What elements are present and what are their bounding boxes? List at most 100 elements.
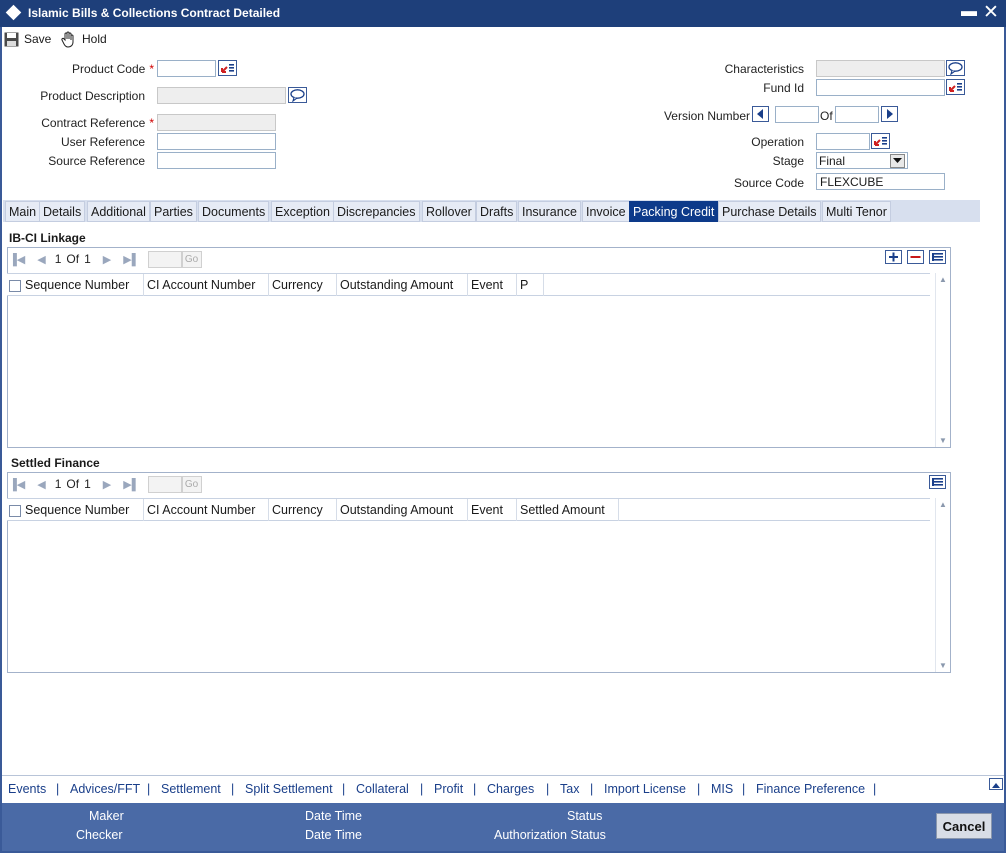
settled-go-button[interactable]: Go (181, 475, 202, 493)
settled-col-event: Event (468, 499, 517, 521)
version-total-input[interactable] (835, 106, 879, 123)
add-row-icon[interactable] (885, 250, 902, 264)
first-page-icon[interactable]: ▐◀ (9, 478, 25, 491)
fund-id-lov-icon[interactable] (946, 79, 965, 95)
stage-label: Stage (772, 154, 804, 168)
tab-details[interactable]: Details (39, 201, 86, 222)
operation-label: Operation (751, 135, 804, 149)
next-page-icon[interactable]: ▶ (103, 253, 111, 266)
version-number-input[interactable] (775, 106, 819, 123)
previous-page-icon[interactable]: ◀ (37, 253, 45, 266)
link-mis[interactable]: MIS (711, 782, 733, 796)
link-settlement[interactable]: Settlement (161, 782, 221, 796)
linkage-pager: ▐◀ ◀ 1 Of 1 ▶ ▶▌ Go (9, 248, 202, 270)
settled-page-input[interactable] (147, 475, 182, 493)
window-titlebar: Islamic Bills & Collections Contract Det… (0, 0, 1006, 27)
link-finance-preference[interactable]: Finance Preference (756, 782, 865, 796)
link-events[interactable]: Events (8, 782, 46, 796)
linkage-go-button[interactable]: Go (181, 250, 202, 268)
previous-page-icon[interactable]: ◀ (37, 478, 45, 491)
contract-reference-field (157, 114, 276, 131)
window-title: Islamic Bills & Collections Contract Det… (28, 6, 281, 20)
link-import-license[interactable]: Import License (604, 782, 686, 796)
checker-label: Checker (76, 828, 123, 842)
source-code-label: Source Code (733, 176, 804, 190)
hold-button[interactable]: Hold (61, 30, 107, 48)
link-separator: | (742, 782, 746, 796)
tab-packing-credit[interactable]: Packing Credit (629, 201, 719, 222)
operation-input[interactable] (816, 133, 870, 150)
source-code-input[interactable]: FLEXCUBE (816, 173, 945, 190)
link-separator: | (231, 782, 235, 796)
next-page-icon[interactable]: ▶ (103, 478, 111, 491)
product-code-label: Product Code * (71, 62, 154, 76)
chevron-down-icon[interactable] (890, 153, 905, 168)
linkage-vertical-scrollbar[interactable]: ▲ ▼ (935, 273, 949, 447)
status-label: Status (567, 809, 603, 823)
tab-discrepancies[interactable]: Discrepancies (333, 201, 420, 222)
product-description-speech-icon[interactable] (288, 87, 307, 103)
linkage-page-input[interactable] (147, 250, 182, 268)
link-charges[interactable]: Charges (487, 782, 534, 796)
tab-invoice[interactable]: Invoice (582, 201, 630, 222)
close-icon[interactable]: ✕ (983, 1, 999, 24)
first-page-icon[interactable]: ▐◀ (9, 253, 25, 266)
authorization-status-label: Authorization Status (494, 828, 606, 842)
tab-rollover[interactable]: Rollover (422, 201, 476, 222)
cancel-button[interactable]: Cancel (936, 813, 992, 839)
product-code-lov-icon[interactable] (218, 60, 237, 76)
tab-insurance[interactable]: Insurance (518, 201, 581, 222)
tab-parties[interactable]: Parties (150, 201, 197, 222)
tab-drafts[interactable]: Drafts (476, 201, 518, 222)
version-previous-button[interactable] (752, 106, 769, 122)
characteristics-speech-icon[interactable] (946, 60, 965, 76)
last-page-icon[interactable]: ▶▌ (123, 478, 139, 491)
linkage-select-all-checkbox[interactable] (9, 280, 21, 292)
link-advices-fft[interactable]: Advices/FFT (70, 782, 140, 796)
link-collateral[interactable]: Collateral (356, 782, 409, 796)
tab-documents[interactable]: Documents (198, 201, 270, 222)
settled-select-all-checkbox[interactable] (9, 505, 21, 517)
collapse-up-icon[interactable] (989, 778, 1003, 790)
tab-main[interactable]: Main (5, 201, 41, 222)
scroll-down-icon[interactable]: ▼ (939, 661, 947, 670)
link-split-settlement[interactable]: Split Settlement (245, 782, 333, 796)
audit-footer (2, 803, 1004, 851)
user-reference-label: User Reference (60, 135, 145, 149)
delete-row-icon[interactable] (907, 250, 924, 264)
source-reference-input[interactable] (157, 152, 276, 169)
link-separator: | (147, 782, 151, 796)
save-button[interactable]: Save (4, 30, 51, 48)
settled-header-row: Sequence Number CI Account Number Curren… (7, 498, 930, 521)
tab-exception[interactable]: Exception (271, 201, 334, 222)
product-code-input[interactable] (157, 60, 216, 77)
save-label: Save (24, 32, 52, 46)
operation-lov-icon[interactable] (871, 133, 890, 149)
scroll-up-icon[interactable]: ▲ (939, 275, 947, 284)
settled-col-ci-account-number: CI Account Number (144, 499, 269, 521)
hold-label: Hold (82, 32, 107, 46)
tab-purchase-details[interactable]: Purchase Details (718, 201, 821, 222)
version-number-label: Version Number (663, 109, 750, 123)
scroll-up-icon[interactable]: ▲ (939, 500, 947, 509)
link-separator: | (342, 782, 346, 796)
user-reference-input[interactable] (157, 133, 276, 150)
stage-select[interactable]: Final (816, 152, 908, 169)
version-next-button[interactable] (881, 106, 898, 122)
last-page-icon[interactable]: ▶▌ (123, 253, 139, 266)
scroll-down-icon[interactable]: ▼ (939, 436, 947, 445)
linkage-current-page: 1 (54, 252, 62, 266)
link-tax[interactable]: Tax (560, 782, 579, 796)
window-diamond-icon (5, 4, 22, 21)
link-separator: | (873, 782, 877, 796)
single-view-icon[interactable] (929, 475, 946, 489)
single-view-icon[interactable] (929, 250, 946, 264)
link-profit[interactable]: Profit (434, 782, 463, 796)
minimize-icon[interactable]: ▬ (961, 3, 977, 21)
tab-multi-tenor[interactable]: Multi Tenor (822, 201, 891, 222)
settled-vertical-scrollbar[interactable]: ▲ ▼ (935, 498, 949, 672)
fund-id-input[interactable] (816, 79, 945, 96)
link-separator: | (420, 782, 424, 796)
product-description-label: Product Description (40, 89, 145, 103)
tab-additional[interactable]: Additional (87, 201, 150, 222)
